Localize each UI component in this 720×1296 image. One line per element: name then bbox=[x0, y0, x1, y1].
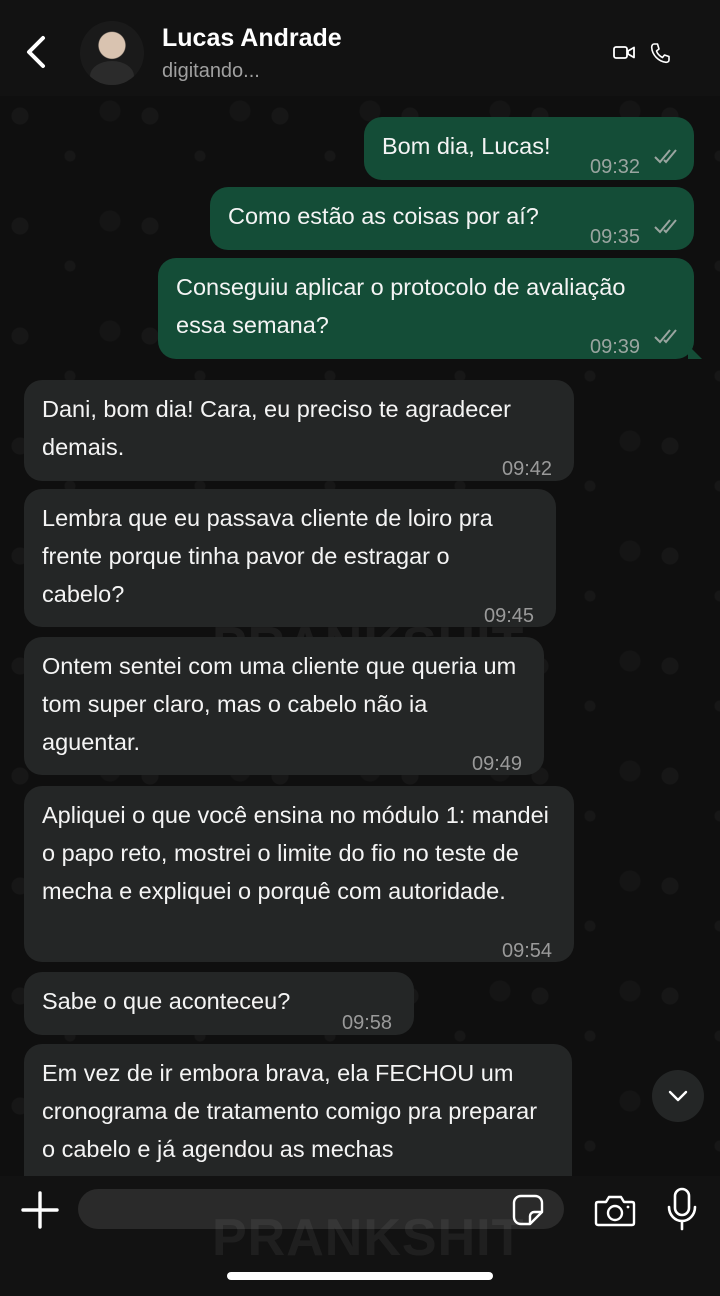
message-time: 09:42 bbox=[502, 458, 553, 480]
scroll-to-bottom-button[interactable] bbox=[652, 1070, 704, 1122]
read-receipt-icon bbox=[654, 219, 677, 234]
phone-call-icon bbox=[650, 43, 670, 64]
back-button[interactable] bbox=[18, 32, 54, 72]
read-receipt-icon bbox=[654, 329, 677, 344]
message-text: Lembra que eu passava cliente de loiro p… bbox=[42, 505, 493, 607]
read-receipt-icon bbox=[654, 149, 677, 164]
sticker-button[interactable] bbox=[511, 1193, 545, 1227]
home-indicator[interactable] bbox=[227, 1272, 493, 1280]
message-time: 09:49 bbox=[472, 753, 523, 775]
message-text: Como estão as coisas por aí? bbox=[228, 203, 539, 229]
chat-area[interactable]: PRANKSHIT PRANKSHIT Bom dia, Lucas! 09:3… bbox=[0, 96, 720, 1178]
chevron-down-icon bbox=[668, 1090, 688, 1102]
contact-name[interactable]: Lucas Andrade bbox=[162, 24, 342, 53]
sticker-icon bbox=[512, 1194, 544, 1226]
message-bubble-outgoing[interactable]: Conseguiu aplicar o protocolo de avaliaç… bbox=[158, 258, 694, 359]
voice-call-button[interactable] bbox=[650, 42, 670, 64]
message-bubble-incoming[interactable]: Sabe o que aconteceu? 09:58 bbox=[24, 972, 414, 1035]
message-time: 09:45 bbox=[484, 605, 535, 627]
chat-header: Lucas Andrade digitando... bbox=[0, 0, 720, 96]
message-text: Apliquei o que você ensina no módulo 1: … bbox=[42, 802, 549, 904]
message-bubble-outgoing[interactable]: Bom dia, Lucas! 09:32 bbox=[364, 117, 694, 180]
message-bubble-incoming[interactable]: Ontem sentei com uma cliente que queria … bbox=[24, 637, 544, 775]
message-time: 09:39 bbox=[590, 336, 641, 358]
message-time: 09:58 bbox=[342, 1012, 393, 1034]
back-icon bbox=[27, 36, 45, 68]
camera-button[interactable] bbox=[594, 1192, 636, 1228]
message-text: Em vez de ir embora brava, ela FECHOU um… bbox=[42, 1060, 538, 1162]
avatar[interactable] bbox=[80, 21, 144, 85]
message-bubble-incoming[interactable]: Dani, bom dia! Cara, eu preciso te agrad… bbox=[24, 380, 574, 481]
message-text: Conseguiu aplicar o protocolo de avaliaç… bbox=[176, 274, 626, 338]
microphone-button[interactable] bbox=[666, 1187, 698, 1231]
video-call-button[interactable] bbox=[613, 43, 635, 63]
message-text: Sabe o que aconteceu? bbox=[42, 988, 291, 1014]
video-call-icon bbox=[613, 46, 635, 59]
message-bubble-outgoing[interactable]: Como estão as coisas por aí? 09:35 bbox=[210, 187, 694, 250]
message-text: Bom dia, Lucas! bbox=[382, 133, 551, 159]
plus-icon bbox=[21, 1191, 59, 1229]
message-bubble-incoming[interactable]: Em vez de ir embora brava, ela FECHOU um… bbox=[24, 1044, 572, 1178]
camera-icon bbox=[594, 1195, 636, 1227]
attach-button[interactable] bbox=[20, 1190, 60, 1230]
composer-bar: PRANKSHIT bbox=[0, 1176, 720, 1296]
typing-status: digitando... bbox=[162, 60, 260, 82]
message-input[interactable] bbox=[78, 1189, 564, 1229]
message-time: 09:35 bbox=[590, 226, 641, 248]
bubble-tail bbox=[688, 345, 702, 359]
message-text: Ontem sentei com uma cliente que queria … bbox=[42, 653, 517, 755]
message-time: 09:32 bbox=[590, 156, 641, 178]
message-bubble-incoming[interactable]: Lembra que eu passava cliente de loiro p… bbox=[24, 489, 556, 627]
message-time: 09:54 bbox=[502, 940, 553, 962]
message-bubble-incoming[interactable]: Apliquei o que você ensina no módulo 1: … bbox=[24, 786, 574, 962]
microphone-icon bbox=[667, 1187, 697, 1231]
message-text: Dani, bom dia! Cara, eu preciso te agrad… bbox=[42, 396, 511, 460]
